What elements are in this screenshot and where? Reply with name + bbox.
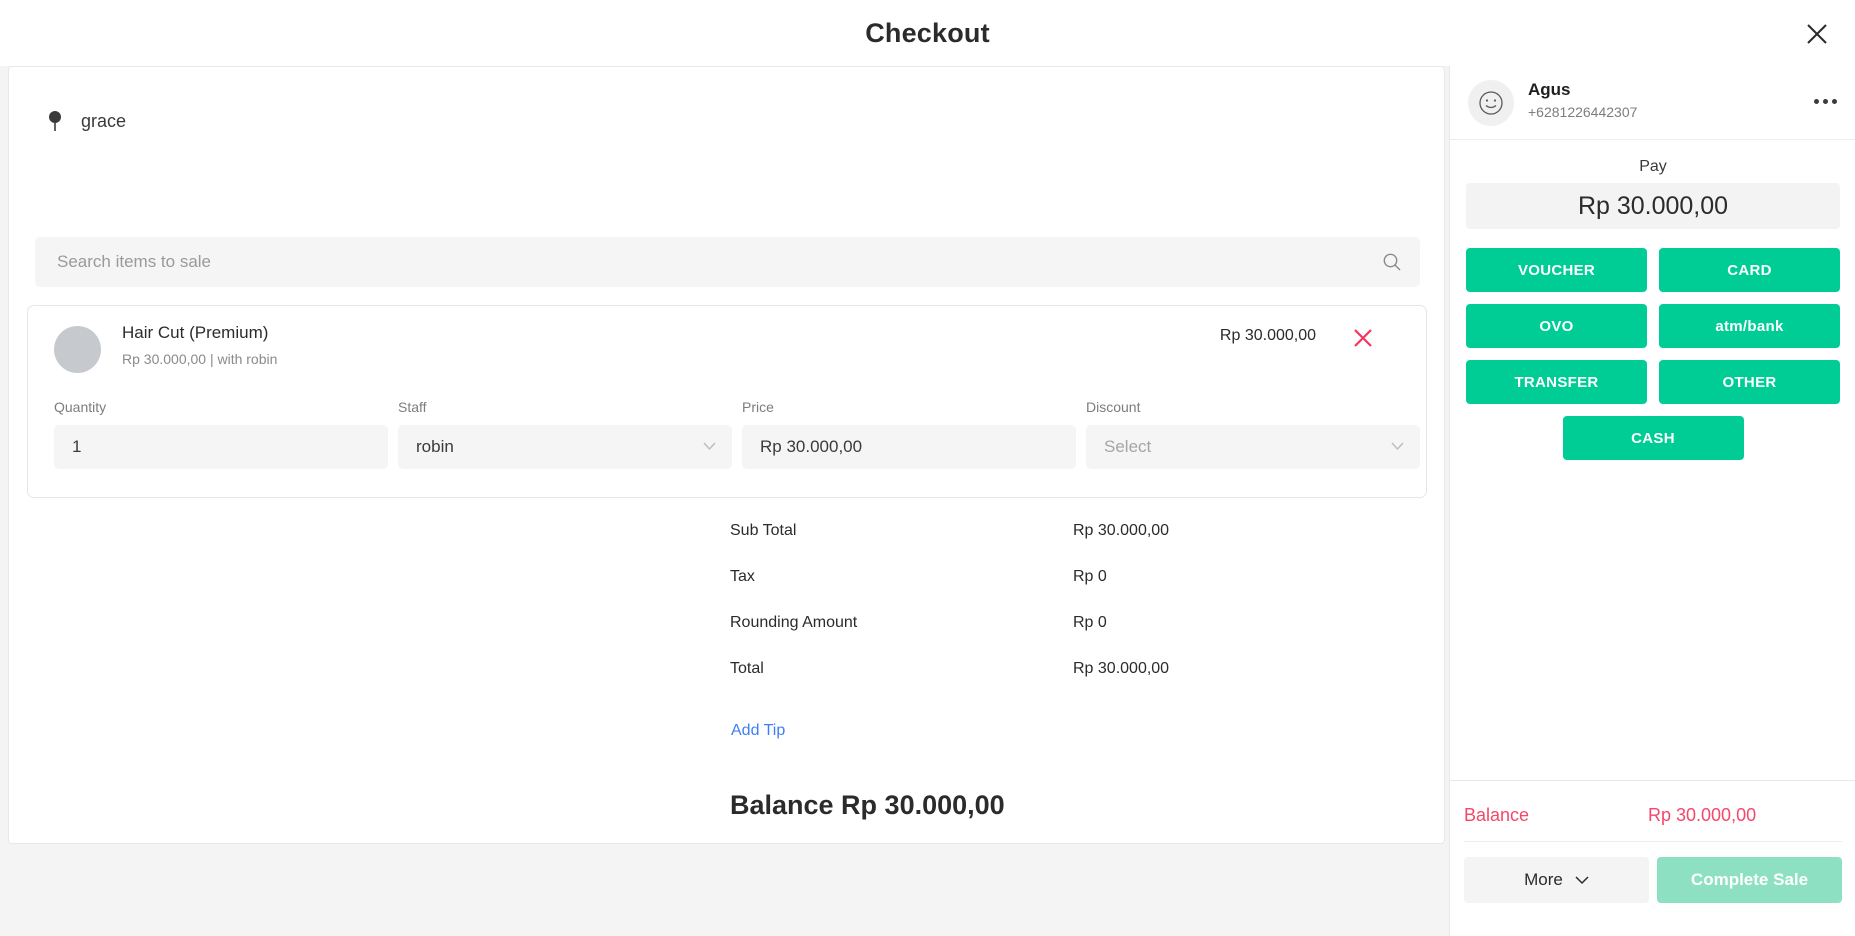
order-panel: grace Hair Cut (Premium) Rp 30.000,00 | … xyxy=(8,66,1445,844)
payment-method-card[interactable]: CARD xyxy=(1659,248,1840,292)
customer-phone: +6281226442307 xyxy=(1528,104,1638,120)
more-button[interactable]: More xyxy=(1464,857,1649,903)
complete-sale-button[interactable]: Complete Sale xyxy=(1657,857,1842,903)
staff-field: Staff robin xyxy=(398,399,732,479)
tax-label: Tax xyxy=(730,568,755,585)
line-item-card: Hair Cut (Premium) Rp 30.000,00 | with r… xyxy=(27,305,1427,498)
location-row[interactable]: grace xyxy=(47,107,126,135)
staff-label: Staff xyxy=(398,399,427,415)
line-item-header: Hair Cut (Premium) Rp 30.000,00 | with r… xyxy=(54,323,1404,383)
location-name: grace xyxy=(81,110,127,131)
quantity-input[interactable] xyxy=(54,425,388,469)
item-subtitle: Rp 30.000,00 | with robin xyxy=(122,351,278,367)
quantity-field: Quantity xyxy=(54,399,388,479)
price-label: Price xyxy=(742,399,774,415)
total-row-total: Total Rp 30.000,00 xyxy=(730,660,1290,706)
quantity-input-box[interactable] xyxy=(54,425,388,469)
footer-balance-label: Balance xyxy=(1464,805,1530,825)
dot xyxy=(1813,98,1819,104)
dot xyxy=(1822,98,1828,104)
search-bar[interactable] xyxy=(35,237,1420,287)
subtotal-label: Sub Total xyxy=(730,522,797,539)
total-row-subtotal: Sub Total Rp 30.000,00 xyxy=(730,522,1290,568)
map-pin-icon xyxy=(47,110,63,132)
discount-placeholder: Select xyxy=(1104,437,1152,456)
payment-method-ovo[interactable]: OVO xyxy=(1466,304,1647,348)
more-button-label: More xyxy=(1524,870,1563,889)
divider xyxy=(1464,841,1842,842)
rounding-value: Rp 0 xyxy=(1073,614,1107,631)
item-price: Rp 30.000,00 xyxy=(1219,327,1316,344)
ellipsis-icon[interactable] xyxy=(1810,90,1840,112)
payment-method-cash[interactable]: CASH xyxy=(1562,416,1744,460)
payment-sidebar: Agus +6281226442307 Pay Rp 30.000,00 VOU… xyxy=(1449,66,1855,936)
close-icon[interactable] xyxy=(1801,18,1833,50)
remove-item-icon[interactable] xyxy=(1350,325,1376,351)
sidebar-footer: Balance Rp 30.000,00 More Complete Sale xyxy=(1450,780,1855,936)
tax-value: Rp 0 xyxy=(1073,568,1107,585)
chevron-down-icon xyxy=(1575,875,1589,884)
subtotal-value: Rp 30.000,00 xyxy=(1073,522,1170,539)
total-row-rounding: Rounding Amount Rp 0 xyxy=(730,614,1290,660)
payment-method-other[interactable]: OTHER xyxy=(1659,360,1840,404)
dot xyxy=(1831,98,1837,104)
line-item-fields: Quantity Staff robin Price xyxy=(54,399,1420,479)
pay-label: Pay xyxy=(1639,158,1667,175)
staff-value: robin xyxy=(416,437,454,456)
discount-select[interactable]: Select xyxy=(1086,425,1420,469)
discount-field: Discount Select xyxy=(1086,399,1420,479)
price-input-box[interactable] xyxy=(742,425,1076,469)
add-tip-link[interactable]: Add Tip xyxy=(731,722,785,740)
price-input[interactable] xyxy=(742,425,1076,469)
payment-methods-grid: VOUCHER CARD OVO atm/bank TRANSFER OTHER… xyxy=(1466,248,1840,460)
customer-row[interactable]: Agus +6281226442307 xyxy=(1450,66,1855,140)
total-value: Rp 30.000,00 xyxy=(1073,660,1170,677)
item-name: Hair Cut (Premium) xyxy=(122,323,269,342)
search-icon[interactable] xyxy=(1380,250,1404,274)
pay-amount-input[interactable]: Rp 30.000,00 xyxy=(1466,183,1840,229)
footer-balance-value: Rp 30.000,00 xyxy=(1648,805,1757,825)
payment-method-atm-bank[interactable]: atm/bank xyxy=(1659,304,1840,348)
item-avatar xyxy=(54,326,101,373)
total-label: Total xyxy=(730,660,764,677)
discount-label: Discount xyxy=(1086,399,1141,415)
staff-select[interactable]: robin xyxy=(398,425,732,469)
price-field: Price xyxy=(742,399,1076,479)
customer-name: Agus xyxy=(1528,80,1571,99)
quantity-label: Quantity xyxy=(54,399,107,415)
page-title: Checkout xyxy=(865,18,990,48)
payment-method-transfer[interactable]: TRANSFER xyxy=(1466,360,1647,404)
balance-heading: Balance Rp 30.000,00 xyxy=(730,790,1005,820)
smiley-face-icon xyxy=(1468,80,1514,126)
payment-method-voucher[interactable]: VOUCHER xyxy=(1466,248,1647,292)
total-row-tax: Tax Rp 0 xyxy=(730,568,1290,614)
modal-header: Checkout xyxy=(0,0,1855,66)
search-input[interactable] xyxy=(35,237,1365,287)
rounding-label: Rounding Amount xyxy=(730,614,858,631)
totals-section: Sub Total Rp 30.000,00 Tax Rp 0 Rounding… xyxy=(730,522,1290,706)
checkout-screen: Checkout grace Search items to sale Hair… xyxy=(0,0,1855,936)
